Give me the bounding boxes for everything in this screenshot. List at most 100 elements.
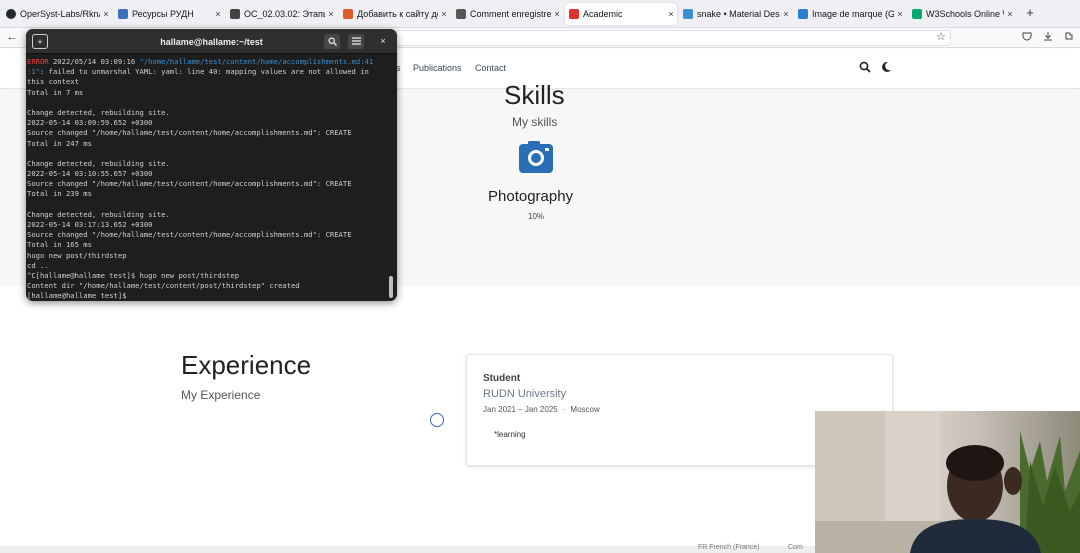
browser-tab[interactable]: Добавить к сайту до...× bbox=[339, 3, 450, 25]
experience-description: *learning bbox=[494, 430, 526, 439]
back-button[interactable]: ← bbox=[5, 30, 19, 44]
terminal-line: cd .. bbox=[27, 261, 389, 271]
terminal-line: Total in 165 ms bbox=[27, 240, 389, 250]
browser-tab[interactable]: OC_02.03.02: Этапы...× bbox=[226, 3, 337, 25]
browser-tab[interactable]: Ресурсы РУДН × bbox=[114, 3, 224, 25]
terminal-line: Total in 247 ms bbox=[27, 139, 389, 149]
terminal-output[interactable]: ERROR 2022/05/14 03:09:16 "/home/hallame… bbox=[27, 57, 389, 301]
terminal-text: : failed to unmarshal YAML: yaml: line 4… bbox=[39, 67, 369, 77]
terminal-line: [hallame@hallame test]$ bbox=[27, 291, 389, 301]
site-icon bbox=[798, 9, 808, 19]
terminal-line: Change detected, rebuilding site. bbox=[27, 159, 389, 169]
terminal-text: [hallame@hallame test]$ bbox=[27, 291, 131, 301]
dark-mode-moon-icon[interactable] bbox=[881, 61, 892, 76]
tab-close-icon[interactable]: × bbox=[438, 9, 450, 19]
nav-link-contact[interactable]: Contact bbox=[475, 63, 506, 73]
terminal-header: + hallame@hallame:~/test × bbox=[26, 29, 397, 54]
terminal-scrollbar[interactable] bbox=[389, 276, 393, 298]
terminal-text: Change detected, rebuilding site. bbox=[27, 158, 170, 168]
camera-icon bbox=[518, 140, 554, 174]
tab-label: Ресурсы РУДН bbox=[132, 9, 194, 19]
terminal-window[interactable]: + hallame@hallame:~/test × ERROR 2022/05… bbox=[26, 29, 397, 301]
address-bar[interactable] bbox=[395, 30, 951, 46]
new-tab-button[interactable]: + bbox=[1022, 4, 1038, 22]
tab-close-icon[interactable]: × bbox=[212, 9, 224, 19]
site-icon bbox=[683, 9, 693, 19]
tab-close-icon[interactable]: × bbox=[780, 9, 792, 19]
tab-close-icon[interactable]: × bbox=[894, 9, 906, 19]
terminal-line: Content dir "/home/hallame/test/content/… bbox=[27, 281, 389, 291]
terminal-line: :1": failed to unmarshal YAML: yaml: lin… bbox=[27, 67, 389, 77]
tab-close-icon[interactable]: × bbox=[325, 9, 337, 19]
skill-name: Photography bbox=[488, 188, 574, 205]
terminal-text: ^C[hallame@hallame test]$ hugo new post/… bbox=[27, 270, 240, 280]
terminal-text: Content dir "/home/hallame/test/content/… bbox=[27, 281, 300, 291]
terminal-line: 2022-05-14 03:17:13.652 +0300 bbox=[27, 220, 389, 230]
terminal-text: this context bbox=[27, 77, 79, 87]
tab-close-icon[interactable]: × bbox=[100, 9, 112, 19]
browser-tab-bar: OperSyst-Labs/RknA...×Ресурсы РУДН×OC_02… bbox=[0, 0, 1080, 28]
site-icon bbox=[230, 9, 240, 19]
browser-tab[interactable]: Comment enregistrer × bbox=[452, 3, 563, 25]
footer-language[interactable]: FR French (France) bbox=[698, 544, 759, 551]
terminal-text: Change detected, rebuilding site. bbox=[27, 107, 170, 117]
tab-label: Добавить к сайту до... bbox=[357, 9, 438, 19]
download-icon[interactable] bbox=[1043, 31, 1053, 44]
terminal-line: Source changed "/home/hallame/test/conte… bbox=[27, 230, 389, 240]
bookmark-star-icon[interactable]: ☆ bbox=[936, 30, 946, 43]
terminal-text: Total in 7 ms bbox=[27, 87, 84, 97]
tab-close-icon[interactable]: × bbox=[1004, 9, 1016, 19]
extension-icon[interactable] bbox=[1064, 31, 1074, 44]
terminal-text: Source changed "/home/hallame/test/conte… bbox=[27, 128, 352, 138]
terminal-text: :1" bbox=[27, 67, 40, 77]
tab-close-icon[interactable]: × bbox=[551, 9, 563, 19]
screen: OperSyst-Labs/RknA...×Ресурсы РУДН×OC_02… bbox=[0, 0, 1080, 553]
terminal-line: 2022-05-14 03:10:55.657 +0300 bbox=[27, 169, 389, 179]
terminal-line: Source changed "/home/hallame/test/conte… bbox=[27, 179, 389, 189]
terminal-text: 2022-05-14 03:09:59.652 +0300 bbox=[27, 118, 153, 128]
browser-tab[interactable]: snake • Material Desi... × bbox=[679, 3, 792, 25]
terminal-text: Source changed "/home/hallame/test/conte… bbox=[27, 179, 352, 189]
hamburger-menu-icon[interactable] bbox=[348, 34, 364, 49]
experience-title: Experience bbox=[181, 350, 312, 380]
pocket-icon[interactable] bbox=[1022, 31, 1032, 44]
tab-label: Image de marque (Gu... bbox=[812, 9, 894, 19]
terminal-line: hugo new post/thirdstep bbox=[27, 251, 389, 261]
site-icon bbox=[343, 9, 353, 19]
w3-icon bbox=[912, 9, 922, 19]
close-icon[interactable]: × bbox=[375, 34, 391, 49]
terminal-line: ^C[hallame@hallame test]$ hugo new post/… bbox=[27, 271, 389, 281]
terminal-text: Total in 247 ms bbox=[27, 138, 92, 148]
experience-meta: Jan 2021 – Jan 2025 · Moscow bbox=[483, 405, 600, 414]
search-icon[interactable] bbox=[859, 61, 871, 76]
tab-close-icon[interactable]: × bbox=[665, 9, 677, 19]
footer-other[interactable]: Com bbox=[788, 544, 803, 551]
github-icon bbox=[6, 9, 16, 19]
terminal-line: Total in 7 ms bbox=[27, 88, 389, 98]
tab-label: OC_02.03.02: Этапы... bbox=[244, 9, 325, 19]
terminal-text: 2022/05/14 03:09:16 bbox=[48, 57, 140, 66]
terminal-line: ERROR 2022/05/14 03:09:16 "/home/hallame… bbox=[27, 57, 389, 67]
terminal-line: Change detected, rebuilding site. bbox=[27, 108, 389, 118]
terminal-text: 2022-05-14 03:10:55.657 +0300 bbox=[27, 169, 153, 179]
terminal-line: 2022-05-14 03:09:59.652 +0300 bbox=[27, 118, 389, 128]
browser-tab[interactable]: OperSyst-Labs/RknA...× bbox=[2, 3, 112, 25]
terminal-search-icon[interactable] bbox=[324, 34, 340, 49]
browser-tab[interactable]: Academic × bbox=[565, 3, 677, 25]
academic-icon bbox=[569, 9, 579, 19]
browser-tab[interactable]: Image de marque (Gu...× bbox=[794, 3, 906, 25]
nav-link-publications[interactable]: Publications bbox=[413, 63, 462, 73]
experience-organization[interactable]: RUDN University bbox=[483, 388, 566, 400]
site-icon bbox=[118, 9, 128, 19]
terminal-line: this context bbox=[27, 77, 389, 87]
terminal-text: Total in 165 ms bbox=[27, 240, 92, 250]
terminal-text: "/home/hallame/test/content/home/accompl… bbox=[139, 57, 374, 66]
terminal-text: Source changed "/home/hallame/test/conte… bbox=[27, 230, 352, 240]
terminal-line: Change detected, rebuilding site. bbox=[27, 210, 389, 220]
experience-subtitle: My Experience bbox=[181, 388, 261, 402]
browser-tab[interactable]: W3Schools Online We...× bbox=[908, 3, 1016, 25]
experience-role: Student bbox=[483, 373, 521, 384]
